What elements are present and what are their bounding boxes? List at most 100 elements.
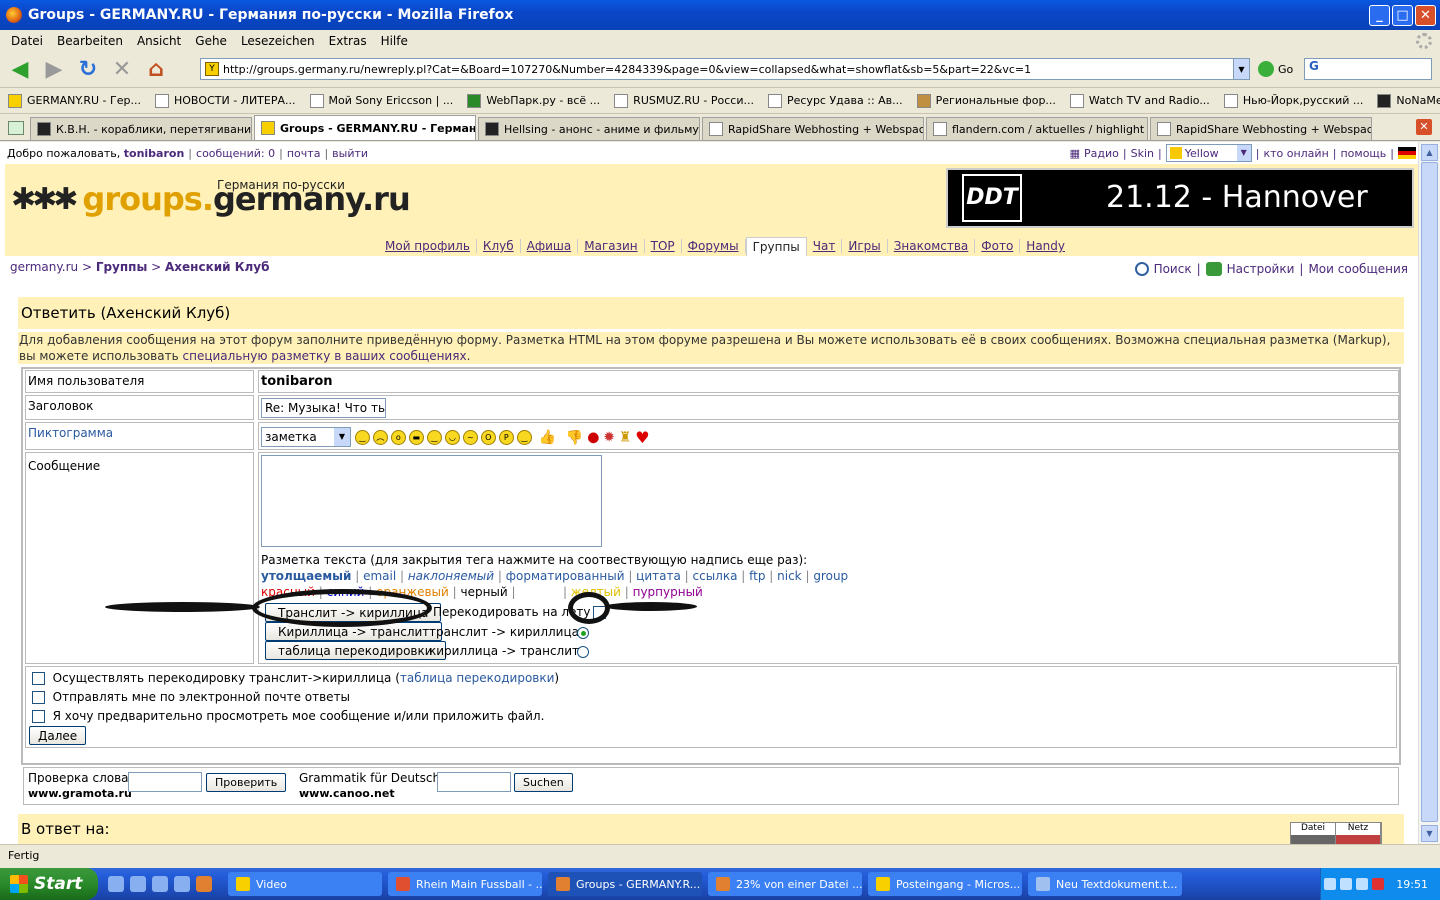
new-tab-icon[interactable] [8,121,24,135]
nav-handy[interactable]: Handy [1020,239,1071,253]
german-flag-icon[interactable] [1398,147,1416,159]
start-button[interactable]: Start [0,868,98,900]
blush-icon[interactable]: ‿ [516,430,532,445]
tray-icon[interactable] [1340,878,1353,890]
recode-table-button[interactable]: таблица перекодировки [265,641,446,660]
spell-input[interactable] [128,772,202,792]
search-link[interactable]: Поиск [1154,262,1192,276]
subject-input[interactable]: Re: Музыка! Что ты с [261,398,386,418]
help-link[interactable]: помощь [1340,147,1386,160]
close-button[interactable]: ✕ [1415,5,1436,26]
smiley-icon[interactable]: ‿ [354,430,370,445]
thumbs-down-icon[interactable]: 👎 [566,430,583,446]
color-purple-link[interactable]: пурпурный [633,585,703,599]
markup-quote-link[interactable]: цитата [636,569,681,583]
option-preview-checkbox[interactable] [32,710,45,723]
color-white-link[interactable]: белый [519,585,559,599]
url-bar[interactable]: Y http://groups.germany.ru/newreply.pl?C… [200,58,1250,80]
volume-icon[interactable] [1356,878,1369,890]
nav-forums[interactable]: Форумы [682,239,746,253]
back-arrow-icon[interactable]: ◀ [6,56,34,84]
tongue-icon[interactable]: P [498,430,514,445]
my-messages-link[interactable]: Мои сообщения [1308,262,1408,276]
spell-check-button[interactable]: Проверить [206,773,287,792]
tray-icon[interactable] [1324,878,1337,890]
bookmark-item[interactable]: NoNaMe - скачать ... [1377,93,1440,108]
bookmark-item[interactable]: GERMANY.RU - Гер... [8,93,141,108]
site-logo[interactable]: ✱✱✱ groups. germany.ru Германия по-русск… [11,178,411,218]
bookmark-item[interactable]: Нью-Йорк,русский ... [1223,93,1363,108]
task-download[interactable]: 23% von einer Datei ... [708,872,862,896]
bookmark-item[interactable]: Watch TV and Radio... [1069,93,1210,108]
menu-bearbeiten[interactable]: Bearbeiten [50,34,130,48]
breadcrumb-club[interactable]: Ахенский Клуб [165,260,270,274]
go-button[interactable]: Go [1258,61,1293,77]
markup-italic-link[interactable]: наклоняемый [408,569,494,583]
menu-datei[interactable]: Datei [4,34,50,48]
page-scrollbar[interactable]: ▲ ▼ [1418,142,1440,844]
option-translit-checkbox[interactable] [32,672,45,685]
tab-groups-germany[interactable]: Groups - GERMANY.RU - Германи... [254,115,476,140]
scroll-down-icon[interactable]: ▼ [1421,825,1438,842]
icon-label-link[interactable]: Пиктограмма [25,422,254,450]
message-textarea[interactable] [261,455,602,547]
bookmark-item[interactable]: НОВОСТИ - ЛИТЕРА... [154,93,296,108]
close-tab-icon[interactable]: ✕ [1416,119,1432,135]
color-black-link[interactable]: черный [461,585,508,599]
media-icon[interactable] [174,876,190,892]
tab-kvn[interactable]: К.В.Н. - кораблики, перетягивание кан... [30,117,252,140]
bookmark-item[interactable]: Региональные фор... [916,93,1056,108]
quicklaunch-icon[interactable] [130,876,146,892]
icon-select[interactable]: заметка ▼ [261,427,351,447]
menu-extras[interactable]: Extras [322,34,374,48]
task-notepad[interactable]: Neu Textdokument.t... [1028,872,1182,896]
option-email-checkbox[interactable] [32,691,45,704]
ie-icon[interactable] [152,876,168,892]
skin-link[interactable]: Skin [1131,147,1154,160]
menu-gehe[interactable]: Gehe [188,34,234,48]
shock-icon[interactable]: o [390,430,406,445]
markup-bold-link[interactable]: утолщаемый [261,569,351,583]
task-groups[interactable]: Groups - GERMANY.R... [548,872,702,896]
scroll-thumb[interactable] [1421,162,1438,822]
heart-icon[interactable]: ♥ [635,428,649,447]
flower-icon[interactable]: ✹ [603,430,615,446]
bookmark-item[interactable]: WebПарк.ру - всё ... [467,93,600,108]
grammar-search-button[interactable]: Suchen [514,773,573,792]
ad-banner[interactable]: DDT 21.12 - Hannover [946,168,1414,228]
stop-icon[interactable]: ✕ [108,56,136,84]
tab-rapidshare-1[interactable]: RapidShare Webhosting + Webspace [702,117,924,140]
grin-icon[interactable]: ◡ [444,430,460,445]
radio-translit[interactable] [577,625,589,639]
cool-icon[interactable]: ▬ [408,430,424,445]
bookmark-item[interactable]: Мой Sony Ericcson | ... [309,93,453,108]
home-icon[interactable]: ⌂ [142,56,170,84]
radio-cyrillic[interactable] [577,644,589,658]
settings-link[interactable]: Настройки [1227,262,1295,276]
markup-email-link[interactable]: email [363,569,396,583]
markup-group-link[interactable]: group [813,569,848,583]
nav-top[interactable]: TOP [645,239,682,253]
markup-help-link[interactable]: специальную разметку в ваших сообщениях [183,349,467,363]
nav-groups[interactable]: Группы [745,236,807,256]
nav-dating[interactable]: Знакомства [888,239,976,253]
task-video[interactable]: Video [228,872,382,896]
logout-link[interactable]: выйти [332,147,368,160]
menu-ansicht[interactable]: Ansicht [130,34,188,48]
surprised-icon[interactable]: O [480,430,496,445]
url-dropdown-icon[interactable]: ▼ [1233,59,1249,79]
reload-icon[interactable]: ↻ [74,56,102,84]
scroll-up-icon[interactable]: ▲ [1421,144,1438,161]
mail-link[interactable]: почта [287,147,321,160]
lips-icon[interactable]: ● [587,430,599,446]
markup-url-link[interactable]: ссылка [693,569,738,583]
grammar-input[interactable] [437,772,511,792]
forward-arrow-icon[interactable]: ▶ [40,56,68,84]
nav-club[interactable]: Клуб [477,239,521,253]
messages-link[interactable]: сообщений: 0 [196,147,275,160]
maximize-button[interactable]: □ [1392,5,1413,26]
firefox-icon[interactable] [196,876,212,892]
sad-icon[interactable]: ︵ [372,430,388,445]
recode-table-link[interactable]: таблица перекодировки [400,671,555,685]
bookmark-item[interactable]: RUSMUZ.RU - Росси... [614,93,754,108]
